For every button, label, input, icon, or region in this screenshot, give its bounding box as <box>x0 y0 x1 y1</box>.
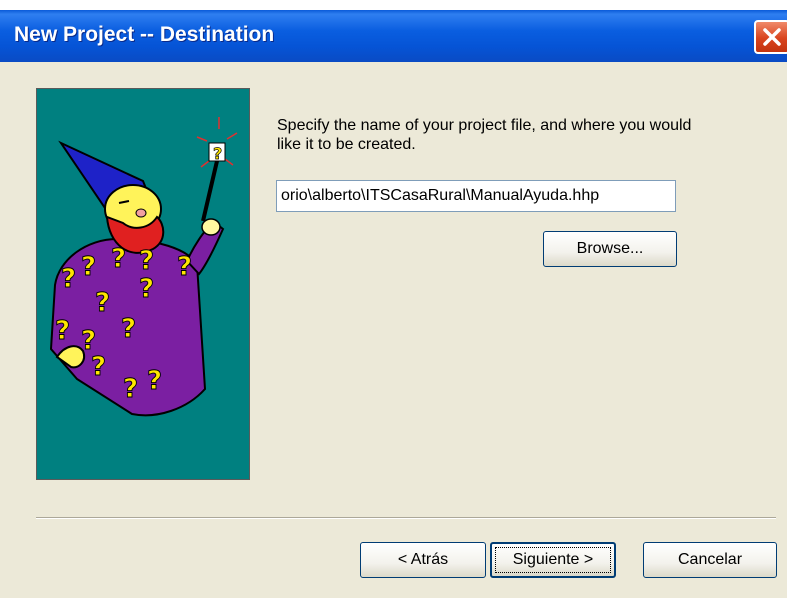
close-icon <box>763 28 781 46</box>
svg-text:?: ? <box>95 288 110 318</box>
svg-text:?: ? <box>147 366 162 396</box>
svg-text:?: ? <box>213 144 222 163</box>
close-button[interactable] <box>754 20 787 54</box>
project-path-input[interactable] <box>276 180 676 212</box>
svg-text:?: ? <box>55 316 70 346</box>
focus-ring <box>495 547 611 573</box>
browse-button-label: Browse... <box>576 240 644 257</box>
svg-text:?: ? <box>123 374 138 404</box>
footer-divider <box>36 517 776 519</box>
title-bar: New Project -- Destination <box>0 10 787 62</box>
svg-text:?: ? <box>111 244 126 274</box>
svg-text:?: ? <box>91 352 106 382</box>
svg-text:?: ? <box>139 274 154 304</box>
next-button[interactable]: Siguiente > <box>490 542 616 578</box>
wizard-illustration-icon: ? ? ? ? ? ? ? ? ? ? ? ? ? ? <box>49 117 238 417</box>
cancel-button[interactable]: Cancelar <box>643 542 777 578</box>
screen-top-strip <box>0 0 787 10</box>
cancel-button-label: Cancelar <box>677 551 743 568</box>
svg-text:?: ? <box>139 246 154 276</box>
svg-text:?: ? <box>121 314 136 344</box>
wizard-illustration: ? ? ? ? ? ? ? ? ? ? ? ? ? ? <box>36 88 250 480</box>
svg-text:?: ? <box>61 264 76 294</box>
back-button[interactable]: < Atrás <box>360 542 486 578</box>
window-title: New Project -- Destination <box>14 23 275 46</box>
svg-text:?: ? <box>81 252 96 282</box>
svg-text:?: ? <box>177 252 192 282</box>
browse-button[interactable]: Browse... <box>543 231 677 267</box>
instruction-text: Specify the name of your project file, a… <box>277 117 692 153</box>
back-button-label: < Atrás <box>397 551 449 568</box>
